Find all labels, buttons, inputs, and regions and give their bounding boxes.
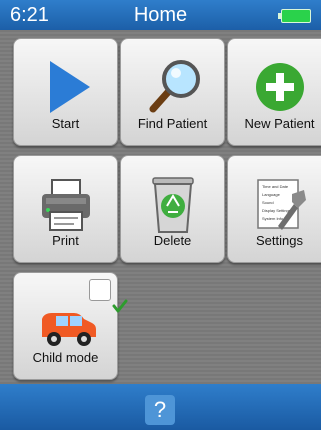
settings-button[interactable]: Time and Date Language Sound Display Set… (227, 155, 321, 263)
delete-label: Delete (153, 233, 192, 248)
new-patient-label: New Patient (244, 116, 315, 131)
start-button[interactable]: Start (13, 38, 118, 146)
print-button[interactable]: Print (13, 155, 118, 263)
settings-doc-line-5: System Info (262, 216, 284, 221)
plus-circle-icon (256, 63, 304, 111)
settings-icon: Time and Date Language Sound Display Set… (257, 179, 306, 230)
find-patient-button[interactable]: Find Patient (120, 38, 225, 146)
recycle-bin-icon (152, 177, 194, 233)
find-patient-label: Find Patient (137, 116, 208, 131)
magnifier-icon (149, 60, 200, 113)
settings-doc-line-4: Display Settings (262, 208, 291, 213)
new-patient-button[interactable]: New Patient (227, 38, 321, 146)
bottom-bar: ? (0, 384, 321, 430)
settings-doc-line-1: Time and Date (262, 184, 289, 189)
play-icon (50, 61, 90, 113)
print-label: Print (52, 233, 79, 248)
help-button[interactable]: ? (145, 395, 175, 425)
check-icon (89, 279, 128, 313)
page-title: Home (133, 4, 188, 26)
settings-doc-line-2: Language (262, 192, 281, 197)
delete-button[interactable]: Delete (120, 155, 225, 263)
tile-grid: Start Find Patient New Patient Print Del… (0, 30, 321, 384)
printer-icon (42, 179, 90, 231)
status-bar: 6:21 Home (0, 0, 321, 30)
battery-icon (278, 9, 311, 23)
child-mode-label: Child mode (32, 350, 99, 365)
child-mode-button[interactable]: Child mode (13, 272, 128, 380)
start-label: Start (51, 116, 80, 131)
settings-label: Settings (256, 233, 303, 248)
settings-doc-line-3: Sound (262, 200, 274, 205)
